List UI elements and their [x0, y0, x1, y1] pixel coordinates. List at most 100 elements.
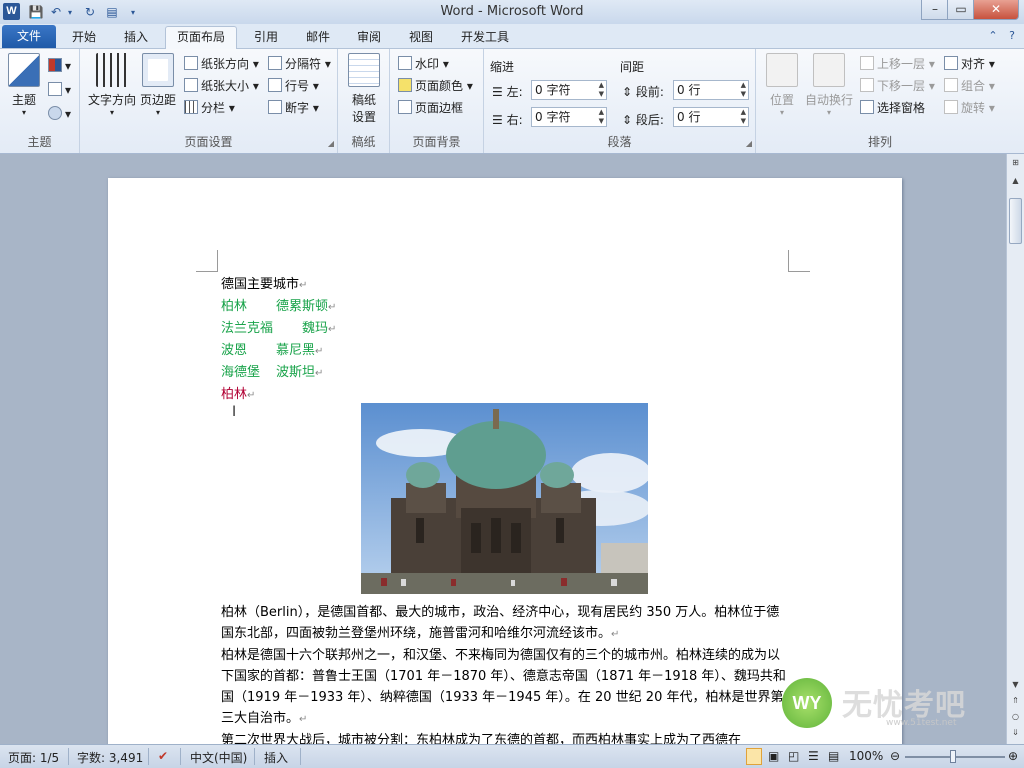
- group-objects-button[interactable]: 组合 ▾: [944, 77, 995, 95]
- selection-pane-button[interactable]: 选择窗格: [860, 99, 925, 117]
- minimize-ribbon-icon[interactable]: ⌃: [986, 29, 1000, 43]
- spinner-arrows-icon[interactable]: ▲ ▼: [741, 108, 746, 126]
- columns-button[interactable]: 分栏 ▾: [184, 99, 235, 117]
- rotate-button[interactable]: 旋转 ▾: [944, 99, 995, 117]
- browse-object-icon[interactable]: ○: [1008, 710, 1023, 724]
- selection-pane-icon: [860, 100, 874, 114]
- tab-insert[interactable]: 插入: [114, 27, 158, 49]
- minimize-button[interactable]: –: [921, 0, 949, 20]
- space-before-label: ⇕ 段前:: [622, 85, 664, 99]
- space-after-input[interactable]: 0 行 ▲ ▼: [673, 107, 749, 127]
- themes-button[interactable]: 主题 ▾: [4, 53, 44, 117]
- tab-page-layout[interactable]: 页面布局: [165, 26, 237, 50]
- full-screen-view-icon[interactable]: ▣: [768, 749, 779, 763]
- orientation-button[interactable]: 纸张方向 ▾: [184, 55, 259, 73]
- draft-view-icon[interactable]: ▤: [828, 749, 839, 763]
- group-label-arrange: 排列: [867, 135, 892, 149]
- paragraph-launcher-icon[interactable]: ◢: [746, 139, 752, 148]
- watermark-icon: [398, 56, 412, 70]
- zoom-in-icon[interactable]: ⊕: [1008, 749, 1018, 763]
- theme-effects-button[interactable]: ▾: [48, 105, 71, 123]
- theme-fonts-button[interactable]: ▾: [48, 81, 71, 99]
- position-label: 位置: [769, 93, 794, 107]
- breaks-button[interactable]: 分隔符 ▾: [268, 55, 331, 73]
- indent-left-input[interactable]: 0 字符 ▲ ▼: [531, 80, 607, 100]
- help-icon[interactable]: ?: [1005, 29, 1019, 43]
- paragraph: 柏林是德国十六个联邦州之一，和汉堡、不来梅同为德国仅有的三个的城市州。柏林连续的…: [221, 648, 786, 726]
- group-label-themes: 主题: [27, 135, 52, 149]
- page-setup-launcher-icon[interactable]: ◢: [328, 139, 334, 148]
- size-label: 纸张大小: [201, 79, 250, 93]
- space-after-label: ⇕ 段后:: [622, 113, 664, 127]
- tab-mailings[interactable]: 邮件: [296, 27, 340, 49]
- page-count[interactable]: 页面: 1/5: [8, 749, 59, 766]
- print-layout-view-icon[interactable]: [746, 748, 762, 765]
- paragraph-mark-icon: ↵: [299, 714, 308, 725]
- margins-button[interactable]: 页边距 ▾: [138, 53, 178, 117]
- text-direction-button[interactable]: 文字方向 ▾: [86, 53, 138, 117]
- group-themes: 主题 ▾ ▾ ▾ ▾ 主题: [0, 49, 80, 153]
- manuscript-label-2: 设置: [351, 110, 376, 124]
- paragraph-mark-icon: ↵: [315, 368, 324, 379]
- close-button[interactable]: ✕: [973, 0, 1019, 20]
- spinner-arrows-icon[interactable]: ▲ ▼: [599, 108, 604, 126]
- word-count[interactable]: 字数: 3,491: [77, 749, 143, 766]
- indent-right-input[interactable]: 0 字符 ▲ ▼: [531, 107, 607, 127]
- rotate-icon: [944, 100, 958, 114]
- vertical-scrollbar[interactable]: ⊞ ▲ ▼ ⇑ ○ ⇓: [1006, 154, 1024, 744]
- space-before-input[interactable]: 0 行 ▲ ▼: [673, 80, 749, 100]
- position-button[interactable]: 位置 ▾: [764, 53, 800, 117]
- previous-page-icon[interactable]: ⇑: [1008, 694, 1023, 708]
- margin-corner-top-right: [788, 250, 810, 272]
- document-body[interactable]: 德国主要城市↵ 柏林 德累斯顿↵ 法兰克福 魏玛↵ 波恩 慕尼黑↵ 海德堡 波斯坦↵ 柏…: [221, 274, 791, 406]
- watermark-button[interactable]: 水印 ▾: [398, 55, 449, 73]
- spinner-arrows-icon[interactable]: ▲ ▼: [599, 81, 604, 99]
- align-button[interactable]: 对齐 ▾: [944, 55, 995, 73]
- next-page-icon[interactable]: ⇓: [1008, 726, 1023, 740]
- size-button[interactable]: 纸张大小 ▾: [184, 77, 259, 95]
- line-numbers-button[interactable]: 行号 ▾: [268, 77, 319, 95]
- page-color-button[interactable]: 页面颜色 ▾: [398, 77, 473, 95]
- web-layout-view-icon[interactable]: ◰: [788, 749, 799, 763]
- group-arrange: 位置 ▾ 自动换行 ▾ 上移一层 ▾ 下移一层 ▾ 选择窗格 对齐 ▾ 组合 ▾…: [756, 49, 1004, 153]
- manuscript-settings-button[interactable]: 稿纸 设置: [344, 53, 384, 125]
- language[interactable]: 中文(中国): [190, 749, 247, 766]
- maximize-button[interactable]: ▭: [947, 0, 975, 20]
- margins-icon: [142, 53, 174, 87]
- document-paragraphs[interactable]: 柏林（Berlin），是德国首都、最大的城市，政治、经济中心，现有居民约 350…: [221, 602, 791, 744]
- zoom-out-icon[interactable]: ⊖: [890, 749, 900, 763]
- city-row: 海德堡 波斯坦↵: [221, 365, 324, 380]
- page-borders-label: 页面边框: [415, 101, 464, 115]
- text-cursor-icon: I: [232, 404, 237, 420]
- tab-developer[interactable]: 开发工具: [451, 27, 519, 49]
- document-page[interactable]: 德国主要城市↵ 柏林 德累斯顿↵ 法兰克福 魏玛↵ 波恩 慕尼黑↵ 海德堡 波斯坦↵ 柏…: [108, 178, 902, 744]
- text-direction-label: 文字方向: [87, 93, 136, 107]
- proofing-icon[interactable]: ✔: [158, 749, 168, 763]
- tab-view[interactable]: 视图: [399, 27, 443, 49]
- tab-review[interactable]: 审阅: [347, 27, 391, 49]
- tab-references[interactable]: 引用: [244, 27, 288, 49]
- theme-fonts-icon: [48, 82, 62, 96]
- spinner-arrows-icon[interactable]: ▲ ▼: [741, 81, 746, 99]
- wrap-text-button[interactable]: 自动换行 ▾: [804, 53, 854, 117]
- insert-mode[interactable]: 插入: [264, 749, 288, 766]
- zoom-level[interactable]: 100%: [849, 749, 883, 763]
- tab-home[interactable]: 开始: [62, 27, 106, 49]
- theme-effects-icon: [48, 106, 62, 120]
- themes-icon: [8, 53, 40, 87]
- scroll-thumb[interactable]: [1009, 198, 1022, 244]
- status-divider: [148, 748, 149, 765]
- outline-view-icon[interactable]: ☰: [808, 749, 819, 763]
- ruler-toggle-icon[interactable]: ⊞: [1008, 156, 1023, 170]
- zoom-slider-thumb[interactable]: [950, 750, 956, 763]
- scroll-up-icon[interactable]: ▲: [1008, 174, 1023, 188]
- bring-forward-button[interactable]: 上移一层 ▾: [860, 55, 935, 73]
- berlin-cathedral-photo[interactable]: [361, 403, 648, 594]
- hyphenation-button[interactable]: 断字 ▾: [268, 99, 319, 117]
- page-borders-button[interactable]: 页面边框: [398, 99, 463, 117]
- scroll-down-icon[interactable]: ▼: [1008, 678, 1023, 692]
- line-numbers-label: 行号: [285, 79, 310, 93]
- send-backward-button[interactable]: 下移一层 ▾: [860, 77, 935, 95]
- tab-file[interactable]: 文件: [2, 25, 56, 48]
- theme-colors-button[interactable]: ▾: [48, 57, 71, 75]
